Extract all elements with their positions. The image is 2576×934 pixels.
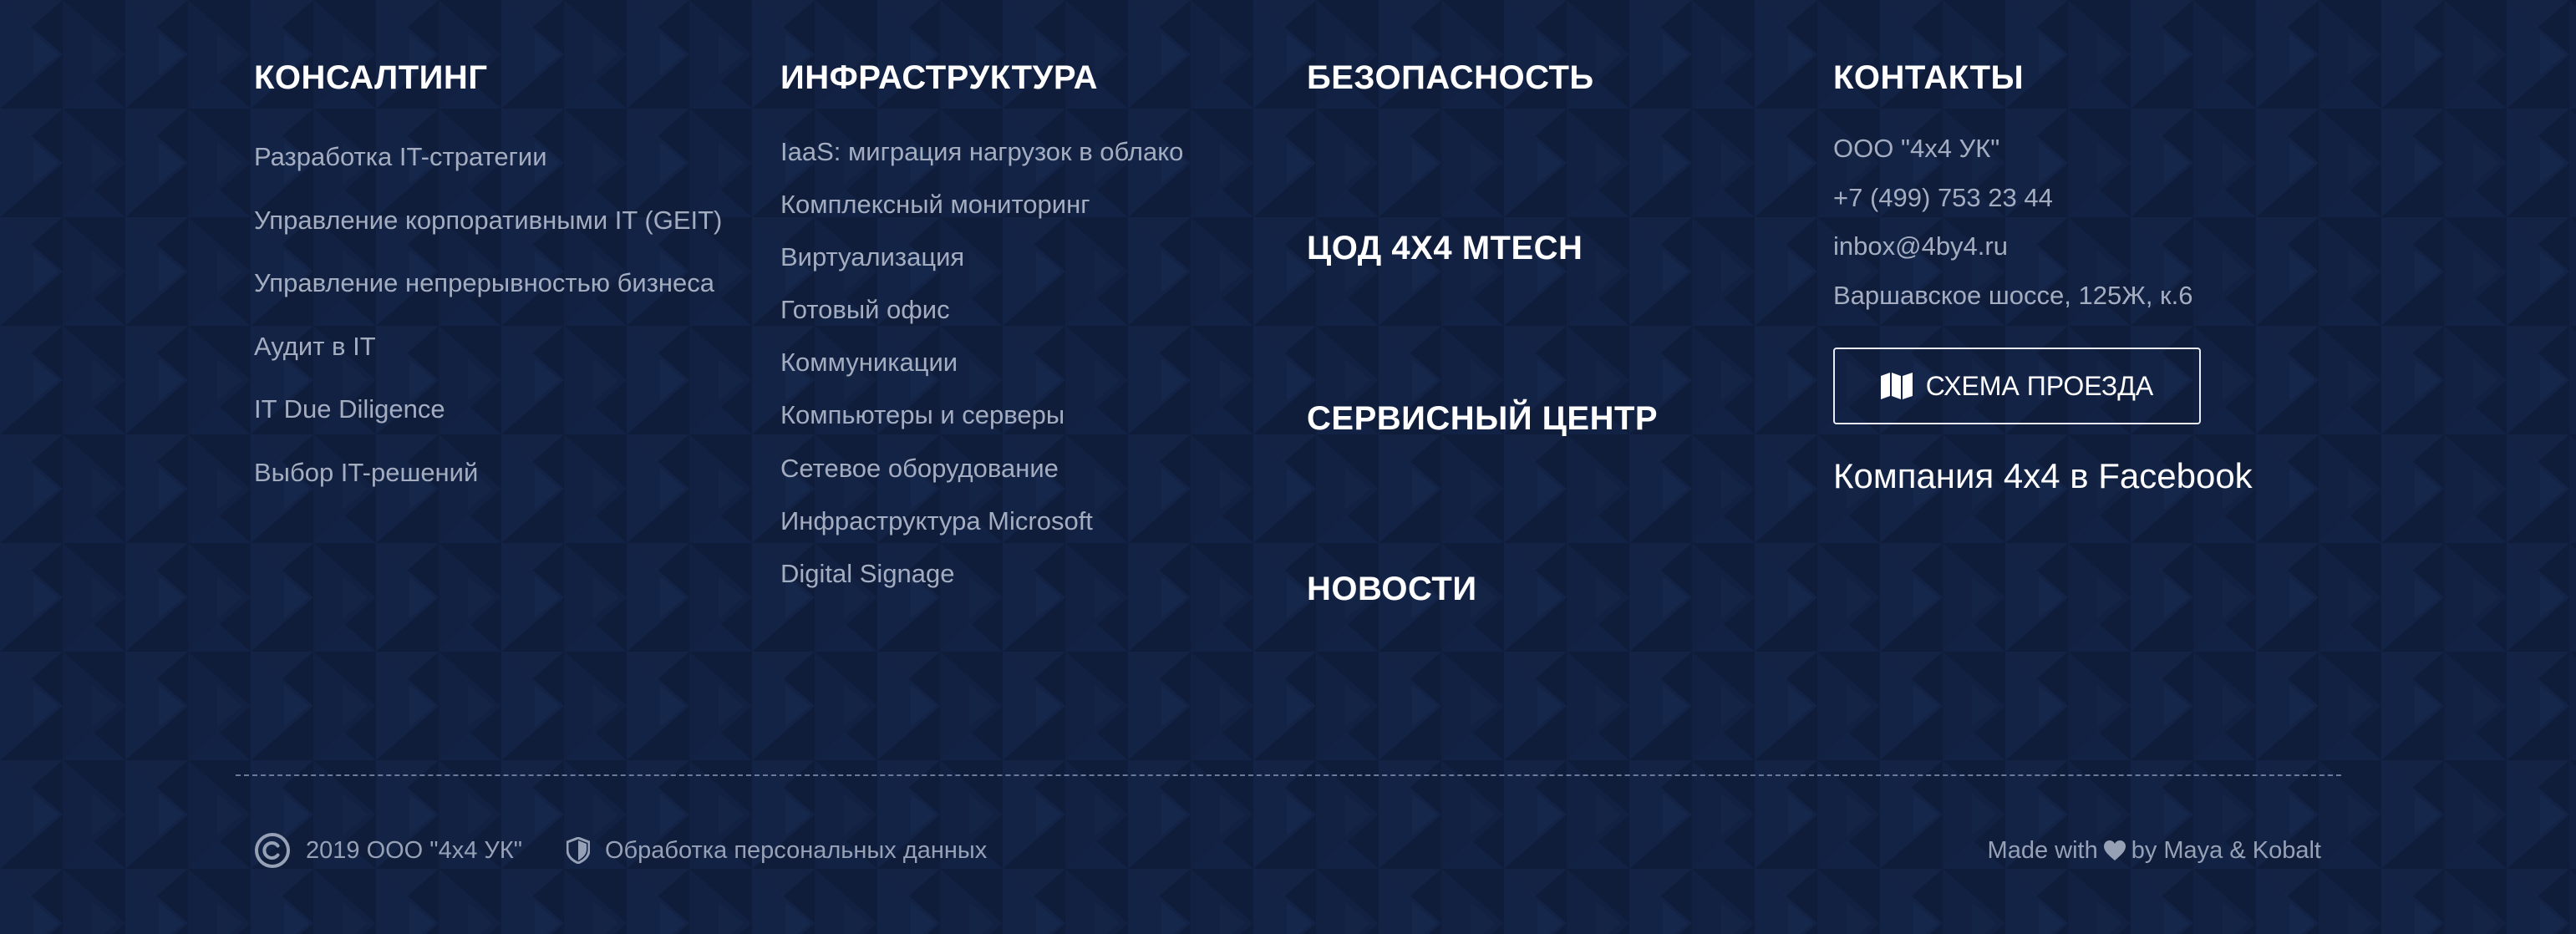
route-map-button-label: СХЕМА ПРОЕЗДА — [1925, 370, 2154, 401]
consulting-column: КОНСАЛТИНГ Разработка IT-стратегии Управ… — [254, 58, 755, 519]
list-item: Выбор IT-решений — [254, 456, 755, 520]
list-item: Комплексный мониторинг — [780, 188, 1282, 241]
list-item: Инфраструктура Microsoft — [780, 505, 1282, 557]
route-map-button[interactable]: СХЕМА ПРОЕЗДА — [1833, 348, 2201, 424]
contacts-column: КОНТАКТЫ ООО "4х4 УК" +7 (499) 753 23 44… — [1833, 58, 2418, 496]
list-item: Коммуникации — [780, 346, 1282, 398]
email-link[interactable]: inbox@4by4.ru — [1833, 230, 2418, 263]
list-item: Управление корпоративными IT (GEIT) — [254, 204, 755, 267]
list-item: Аудит в IT — [254, 330, 755, 393]
heart-icon — [2103, 840, 2126, 861]
copyright-icon — [254, 832, 291, 869]
infrastructure-link[interactable]: Готовый офис — [780, 293, 1282, 327]
infrastructure-link[interactable]: Digital Signage — [780, 557, 1282, 591]
contacts-list: ООО "4х4 УК" +7 (499) 753 23 44 inbox@4b… — [1833, 132, 2418, 327]
list-item: Компьютеры и серверы — [780, 398, 1282, 451]
list-item: ООО "4х4 УК" — [1833, 132, 2418, 181]
consulting-link[interactable]: IT Due Diligence — [254, 393, 755, 426]
infrastructure-link[interactable]: Инфраструктура Microsoft — [780, 505, 1282, 538]
consulting-link[interactable]: Управление непрерывностью бизнеса — [254, 266, 755, 300]
infrastructure-link[interactable]: IaaS: миграция нагрузок в облако — [780, 135, 1282, 169]
phone-link[interactable]: +7 (499) 753 23 44 — [1833, 181, 2418, 215]
made-with-prefix: Made with — [1987, 836, 2098, 864]
consulting-heading[interactable]: КОНСАЛТИНГ — [254, 58, 755, 97]
consulting-list: Разработка IT-стратегии Управление корпо… — [254, 140, 755, 519]
consulting-link[interactable]: Выбор IT-решений — [254, 456, 755, 490]
datacenter-heading[interactable]: ЦОД 4X4 MTECH — [1307, 229, 1808, 267]
infrastructure-link[interactable]: Комплексный мониторинг — [780, 188, 1282, 221]
privacy-link[interactable]: Обработка персональных данных — [605, 837, 987, 865]
list-item: IaaS: миграция нагрузок в облако — [780, 135, 1282, 188]
consulting-link[interactable]: Аудит в IT — [254, 330, 755, 363]
infrastructure-link[interactable]: Компьютеры и серверы — [780, 398, 1282, 432]
infrastructure-link[interactable]: Виртуализация — [780, 241, 1282, 274]
infrastructure-heading[interactable]: ИНФРАСТРУКТУРА — [780, 58, 1282, 97]
infrastructure-list: IaaS: миграция нагрузок в облако Комплек… — [780, 135, 1282, 610]
list-item: inbox@4by4.ru — [1833, 230, 2418, 279]
list-item: Виртуализация — [780, 241, 1282, 293]
facebook-link[interactable]: Компания 4x4 в Facebook — [1833, 456, 2418, 496]
footer-divider — [236, 774, 2341, 776]
copyright: 2019 ООО "4х4 УК" — [254, 832, 522, 869]
infrastructure-column: ИНФРАСТРУКТУРА IaaS: миграция нагрузок в… — [780, 58, 1282, 610]
list-item: Сетевое оборудование — [780, 452, 1282, 505]
map-icon — [1880, 373, 1913, 399]
made-with-link[interactable]: by Maya & Kobalt — [2131, 837, 2321, 865]
infrastructure-link[interactable]: Сетевое оборудование — [780, 452, 1282, 485]
security-column: БЕЗОПАСНОСТЬ ЦОД 4X4 MTECH СЕРВИСНЫЙ ЦЕН… — [1307, 58, 1808, 608]
consulting-link[interactable]: Управление корпоративными IT (GEIT) — [254, 204, 755, 237]
list-item: Готовый офис — [780, 293, 1282, 346]
list-item: +7 (499) 753 23 44 — [1833, 181, 2418, 231]
site-footer: КОНСАЛТИНГ Разработка IT-стратегии Управ… — [0, 0, 2576, 934]
infrastructure-link[interactable]: Коммуникации — [780, 346, 1282, 379]
news-heading[interactable]: НОВОСТИ — [1307, 570, 1808, 608]
consulting-link[interactable]: Разработка IT-стратегии — [254, 140, 755, 174]
list-item: Digital Signage — [780, 557, 1282, 610]
list-item: Разработка IT-стратегии — [254, 140, 755, 204]
contacts-heading: КОНТАКТЫ — [1833, 59, 2025, 96]
service-center-heading[interactable]: СЕРВИСНЫЙ ЦЕНТР — [1307, 399, 1808, 438]
company-name: ООО "4х4 УК" — [1833, 134, 2000, 163]
list-item: Варшавское шоссе, 125Ж, к.6 — [1833, 279, 2418, 328]
privacy: Обработка персональных данных — [567, 832, 987, 869]
security-heading[interactable]: БЕЗОПАСНОСТЬ — [1307, 58, 1808, 97]
list-item: Управление непрерывностью бизнеса — [254, 266, 755, 330]
list-item: IT Due Diligence — [254, 393, 755, 456]
shield-icon — [567, 837, 590, 864]
made-with: Made with by Maya & Kobalt — [1988, 832, 2321, 869]
copyright-text: 2019 ООО "4х4 УК" — [306, 836, 523, 864]
address-text: Варшавское шоссе, 125Ж, к.6 — [1833, 280, 2193, 310]
